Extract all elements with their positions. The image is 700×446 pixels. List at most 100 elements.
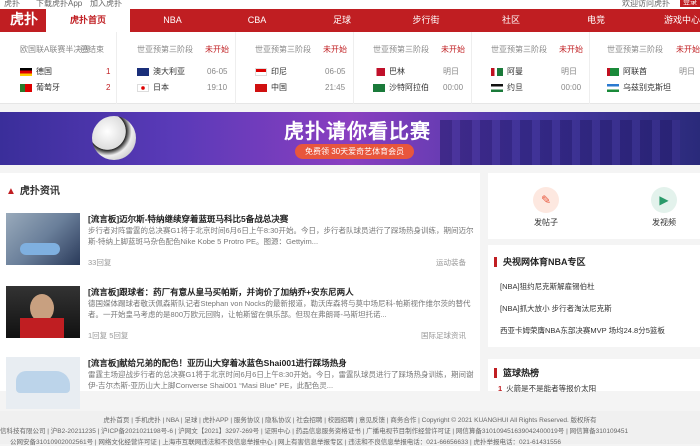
team-name: 阿联酋 xyxy=(623,67,647,76)
match-card[interactable]: 世亚预第三阶段 未开始 巴林 明日 沙特阿拉伯 00:00 xyxy=(355,32,472,104)
player-jersey-image xyxy=(20,318,64,338)
match-card[interactable]: 欧国联A联赛半决赛 已结束 德国 1 葡萄牙 2 xyxy=(0,32,117,104)
nav-item-community[interactable]: 社区 xyxy=(490,9,532,32)
sneaker-image xyxy=(20,243,60,255)
flag-icon xyxy=(20,67,32,76)
article-title[interactable]: [流言板]迈尔斯-特纳继续穿着蓝斑马科比5备战总决赛 xyxy=(88,213,474,225)
match-card[interactable]: 世亚预第三阶段 未开始 澳大利亚 06-05 日本 19:10 xyxy=(119,32,236,104)
nba-zone-title: 央视网体育NBA专区 xyxy=(494,257,586,267)
footer-report: 公网安备31010902002561号 | 网络文化经营许可证 | 上海市互联网… xyxy=(10,439,561,446)
team-name: 中国 xyxy=(271,83,287,92)
flag-icon xyxy=(373,83,385,92)
team-row: 日本 19:10 xyxy=(137,82,227,94)
match-time: 19:10 xyxy=(207,83,228,92)
hot-item[interactable]: 1 火箭是不是能者等报价太阳 xyxy=(498,383,596,394)
flag-icon xyxy=(137,67,149,76)
flag-icon xyxy=(607,67,619,76)
article-desc: 雷霆主场迎战步行者的总决赛G1将于北京时间6月6日上午8:30开始。今日，雷霆队… xyxy=(88,370,474,390)
soccer-ball-icon xyxy=(92,116,136,160)
article-title[interactable]: [流言板]跟球者：药厂有意从皇马买帕斯，并询价了加纳乔+安东尼两人 xyxy=(88,286,474,298)
match-time: 00:00 xyxy=(443,83,464,92)
nav-item-bxj[interactable]: 步行街 xyxy=(400,9,452,32)
nav-item-cba[interactable]: CBA xyxy=(236,9,278,32)
team-name: 葡萄牙 xyxy=(36,83,60,92)
article-thumbnail[interactable] xyxy=(6,286,80,338)
join-link[interactable]: 加入虎扑 xyxy=(90,0,122,8)
nba-link[interactable]: 西亚卡姆荣膺NBA东部决赛MVP 场均24.8分5篮板 xyxy=(500,325,665,336)
download-app-link[interactable]: 下载虎扑App xyxy=(36,0,82,8)
nav-item-home[interactable]: 虎扑首页 xyxy=(46,9,130,32)
match-state: 未开始 xyxy=(205,45,229,54)
basketball-hot-list: 篮球热榜 1 火箭是不是能者等报价太阳 xyxy=(488,359,700,394)
article-replies: 33回复 xyxy=(88,258,112,267)
news-item[interactable]: [流言板]迈尔斯-特纳继续穿着蓝斑马科比5备战总决赛 步行者对阵雷霆的总决赛G1… xyxy=(6,213,476,281)
score-ticker: 欧国联A联赛半决赛 已结束 德国 1 葡萄牙 2 世亚预第三阶段 未开始 澳大利亚 0… xyxy=(0,32,700,104)
nav-item-soccer[interactable]: 足球 xyxy=(320,9,364,32)
team-name: 乌兹别克斯坦 xyxy=(623,83,671,92)
post-label: 发帖子 xyxy=(534,218,558,227)
team-name: 沙特阿拉伯 xyxy=(389,83,429,92)
video-label: 发视频 xyxy=(652,218,676,227)
team-name: 日本 xyxy=(153,83,169,92)
match-date: 明日 xyxy=(561,67,577,76)
match-state: 未开始 xyxy=(441,45,465,54)
article-title[interactable]: [流言板]献给兄弟的配色！亚历山大穿着冰蓝色Shai001进行踩场热身 xyxy=(88,357,474,369)
post-button[interactable]: ✎ 发帖子 xyxy=(516,187,576,228)
video-icon: ▶ xyxy=(651,187,677,213)
flag-icon xyxy=(137,83,149,92)
team-row: 巴林 明日 xyxy=(373,66,459,78)
article-replies: 1回复 5回复 xyxy=(88,331,129,340)
topbar-brand-link[interactable]: 虎扑 xyxy=(4,0,20,8)
logo[interactable]: 虎扑 xyxy=(0,9,40,32)
login-button[interactable]: 登录 xyxy=(680,0,700,7)
flag-icon xyxy=(491,83,503,92)
team-row: 乌兹别克斯坦 xyxy=(607,82,671,94)
main-nav: 虎扑 虎扑首页 NBA CBA 足球 步行街 社区 电竞 游戏中心 xyxy=(0,9,700,32)
video-button[interactable]: ▶ 发视频 xyxy=(634,187,694,228)
team-row: 葡萄牙 2 xyxy=(20,82,110,94)
hot-title: 火箭是不是能者等报价太阳 xyxy=(506,384,597,393)
nba-link[interactable]: [NBA]狙约尼克斯解雇锡伯杜 xyxy=(500,281,595,292)
match-state: 已结束 xyxy=(80,45,104,54)
match-card[interactable]: 世亚预第三阶段 未开始 阿曼 明日 约旦 00:00 xyxy=(473,32,590,104)
match-date: 06-05 xyxy=(325,67,346,76)
team-name: 澳大利亚 xyxy=(153,67,185,76)
nav-item-games[interactable]: 游戏中心 xyxy=(652,9,700,32)
team-score: 2 xyxy=(106,83,111,92)
team-name: 德国 xyxy=(36,67,52,76)
team-row: 沙特阿拉伯 00:00 xyxy=(373,82,463,94)
article-tag[interactable]: 运动装备 xyxy=(436,257,466,268)
news-item[interactable]: [流言板]跟球者：药厂有意从皇马买帕斯，并询价了加纳乔+安东尼两人 德国媒体踢球… xyxy=(6,286,476,354)
team-row: 阿联酋 明日 xyxy=(607,66,695,78)
article-desc: 步行者对阵雷霆的总决赛G1将于北京时间6月6日上午8:30开始。今日，步行者队球… xyxy=(88,226,474,246)
banner-title: 虎扑请你看比赛 xyxy=(284,119,431,143)
news-section: ▲ 虎扑资讯 [流言板]迈尔斯-特纳继续穿着蓝斑马科比5备战总决赛 步行者对阵雷霆… xyxy=(0,173,480,409)
team-row: 阿曼 明日 xyxy=(491,66,577,78)
nba-zone: 央视网体育NBA专区 [NBA]狙约尼克斯解雇锡伯杜 [NBA]抓大放小 步行者… xyxy=(488,245,700,347)
hot-list-title: 篮球热榜 xyxy=(494,368,539,378)
section-title: ▲ 虎扑资讯 xyxy=(6,182,60,197)
article-thumbnail[interactable] xyxy=(6,213,80,265)
team-name: 阿曼 xyxy=(507,67,523,76)
match-stage: 世亚预第三阶段 xyxy=(607,45,663,54)
team-name: 约旦 xyxy=(507,83,523,92)
team-name: 印尼 xyxy=(271,67,287,76)
nba-link[interactable]: [NBA]抓大放小 步行者淘汰尼克斯 xyxy=(500,303,612,314)
match-card[interactable]: 世亚预第三阶段 未开始 阿联酋 明日 乌兹别克斯坦 xyxy=(591,32,700,104)
match-card[interactable]: 世亚预第三阶段 未开始 印尼 06-05 中国 21:45 xyxy=(237,32,354,104)
article-thumbnail[interactable] xyxy=(6,357,80,409)
nav-item-nba[interactable]: NBA xyxy=(150,9,195,32)
team-row: 中国 21:45 xyxy=(255,82,345,94)
article-tag[interactable]: 国际足球资讯 xyxy=(421,330,466,341)
banner-subtitle[interactable]: 免费领 30天爱奇艺体育会员 xyxy=(295,144,415,159)
footer-links[interactable]: 虎扑首页 | 手机虎扑 | NBA | 足球 | 虎扑APP | 服务协议 | … xyxy=(0,414,700,424)
match-stage: 世亚预第三阶段 xyxy=(255,45,311,54)
match-stage: 世亚预第三阶段 xyxy=(373,45,429,54)
flag-icon xyxy=(20,83,32,92)
promo-banner[interactable]: 虎扑请你看比赛 免费领 30天爱奇艺体育会员 xyxy=(0,112,700,165)
flag-icon xyxy=(373,67,385,76)
flag-icon xyxy=(491,67,503,76)
match-time: 00:00 xyxy=(561,83,582,92)
sneaker-image xyxy=(16,371,70,393)
nav-item-esports[interactable]: 电竞 xyxy=(574,9,618,32)
